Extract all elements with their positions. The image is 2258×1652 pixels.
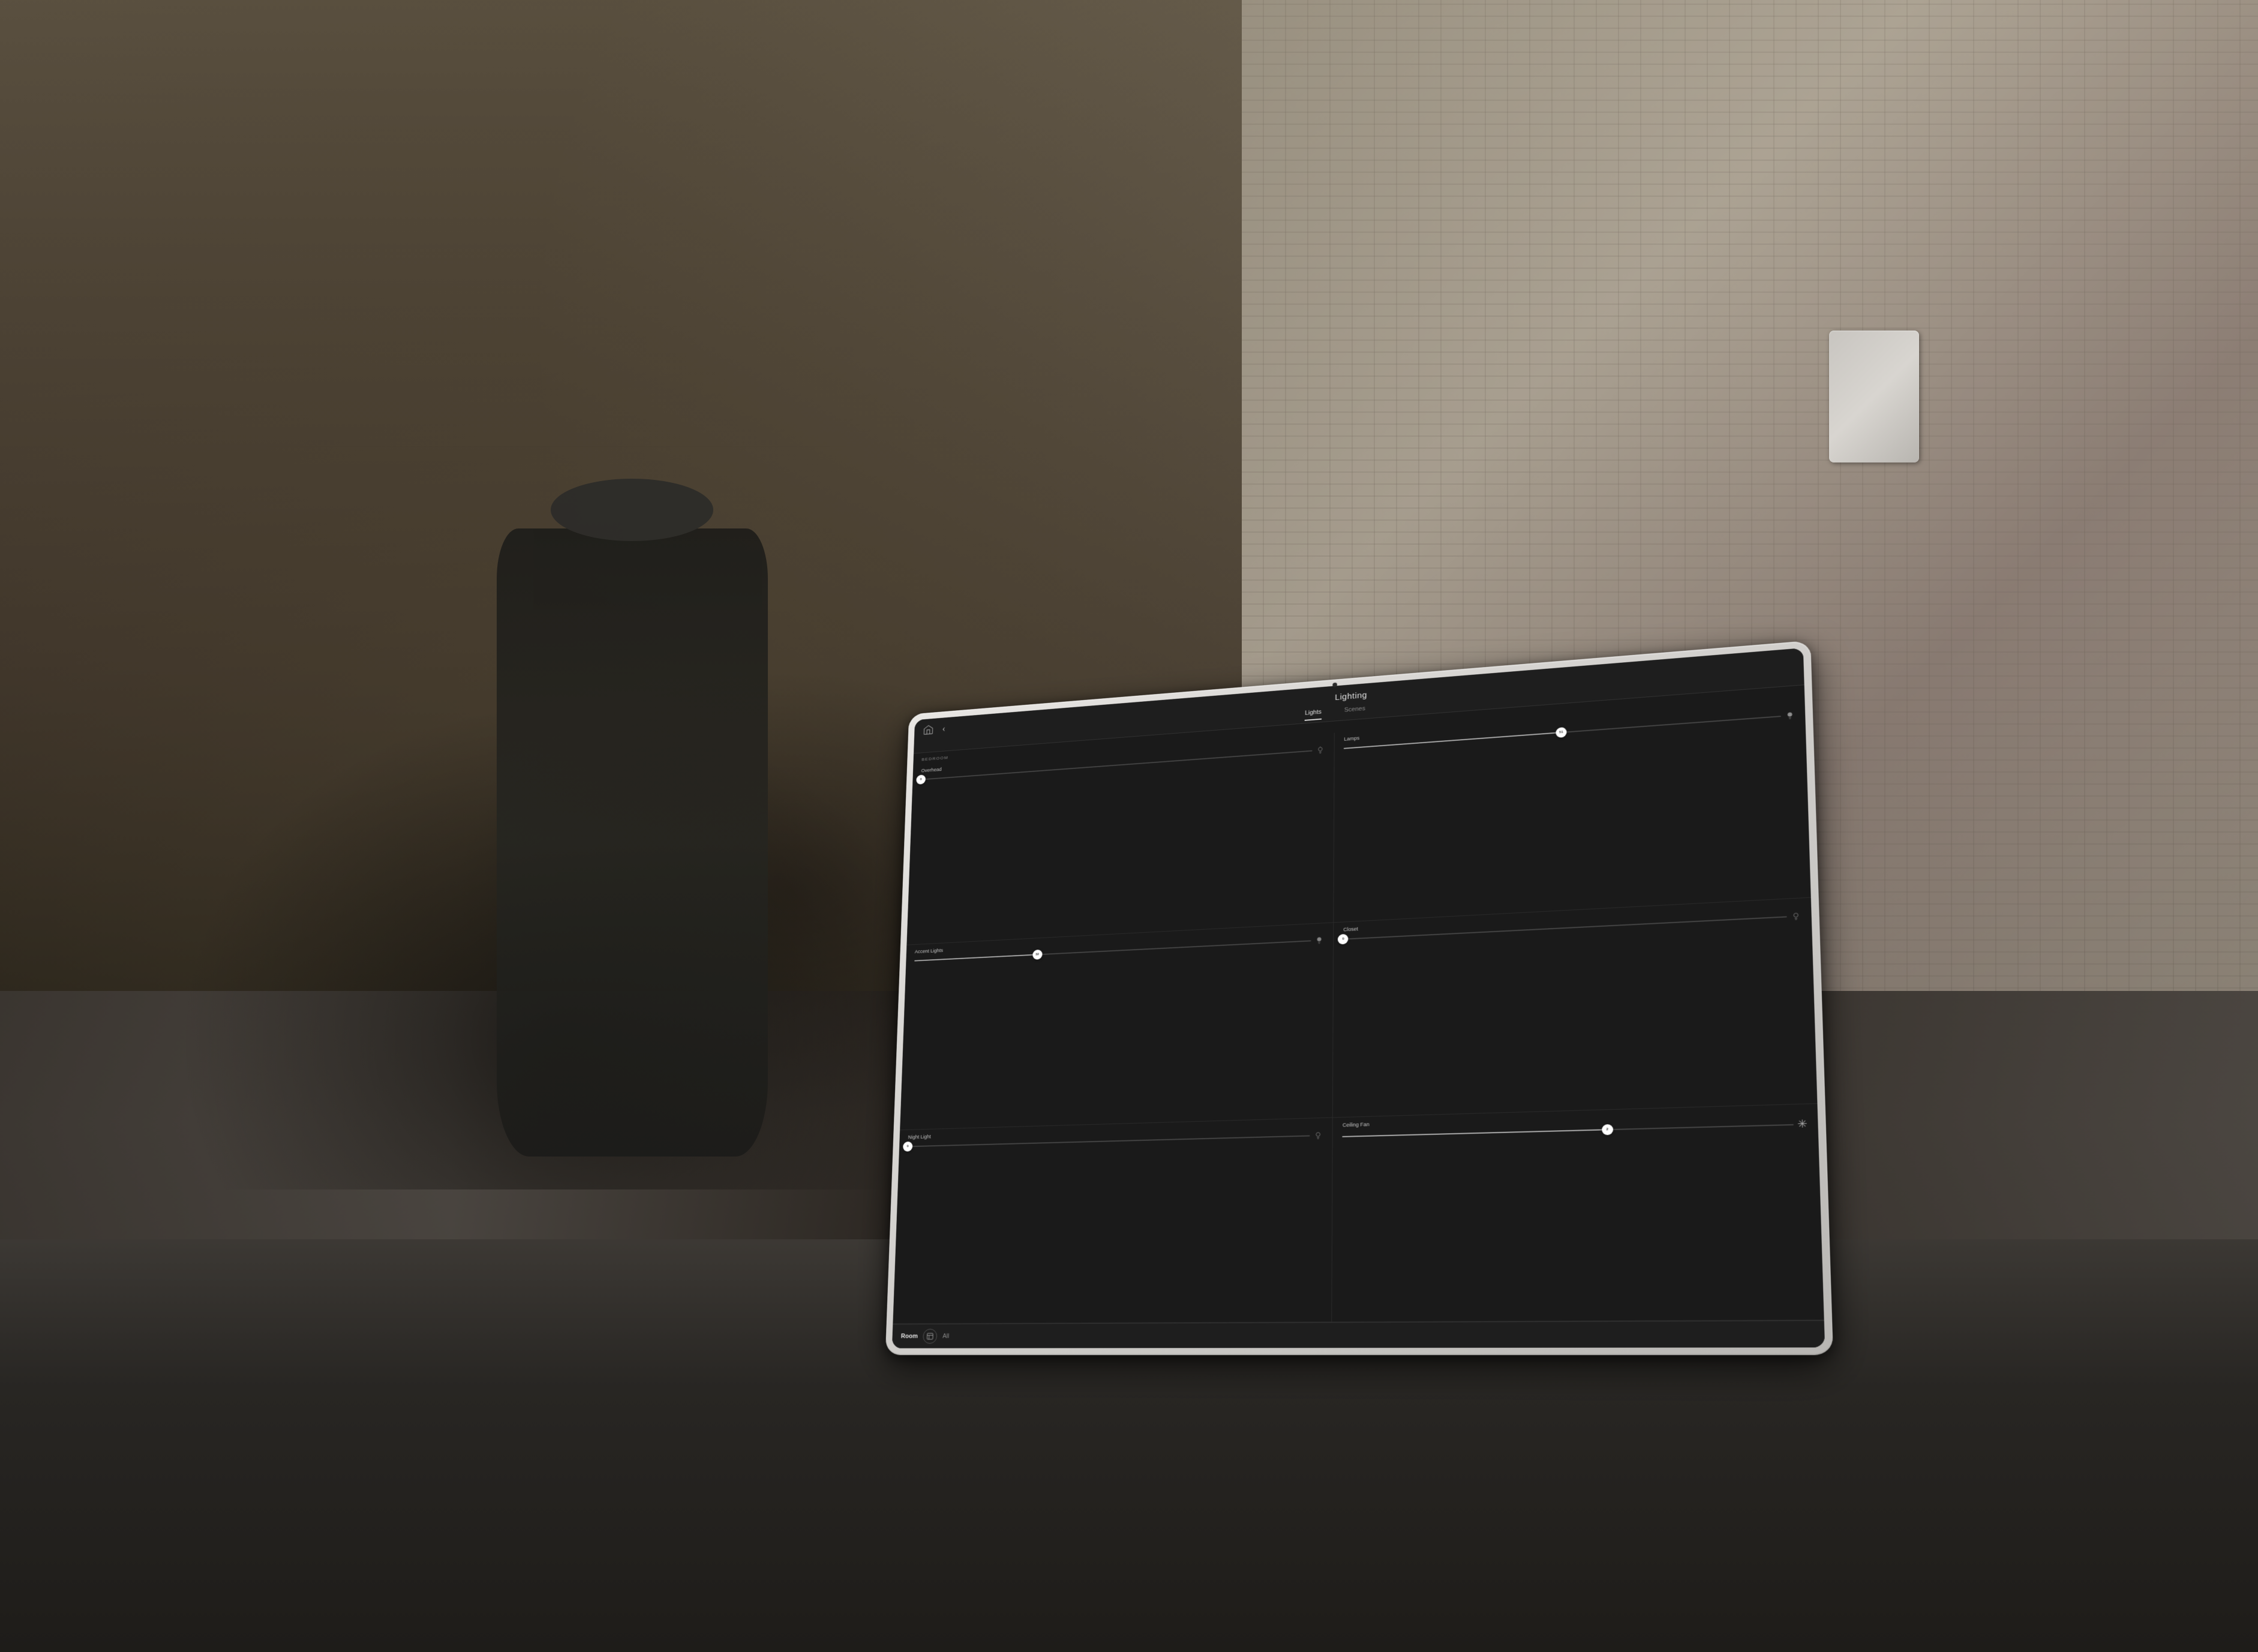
controls-grid: Overhead 0: [893, 697, 1824, 1323]
closet-thumb[interactable]: 0: [1338, 933, 1349, 944]
wall-switch: [1829, 331, 1920, 462]
ceiling-fan-thumb[interactable]: 2: [1602, 1124, 1613, 1134]
app-footer: Room All: [892, 1320, 1825, 1348]
tab-lights[interactable]: Lights: [1305, 708, 1322, 720]
app-body: BEDROOM Overhead 0: [893, 685, 1824, 1324]
all-label[interactable]: All: [942, 1332, 949, 1339]
night-light-thumb[interactable]: 0: [903, 1142, 912, 1152]
control-night-light: Night Light 0: [893, 1118, 1334, 1323]
tablet-screen: ‹ Lighting Lights Scenes BEDROOM Overhea: [892, 648, 1825, 1348]
control-closet: Closet 0: [1334, 897, 1818, 1118]
accent-thumb[interactable]: 32: [1032, 949, 1043, 959]
control-lamps: Lamps 51: [1334, 697, 1811, 923]
fan-icon: ✳: [1797, 1118, 1807, 1131]
overhead-bulb-icon: [1316, 745, 1325, 755]
room-icon[interactable]: [923, 1329, 938, 1344]
tablet-device: ‹ Lighting Lights Scenes BEDROOM Overhea: [885, 640, 1833, 1354]
control-accent: Accent Lights 32: [900, 923, 1334, 1130]
back-icon[interactable]: ‹: [942, 723, 946, 734]
accent-bulb-icon: [1315, 935, 1324, 945]
lamps-thumb[interactable]: 51: [1556, 727, 1567, 738]
closet-bulb-icon: [1791, 911, 1801, 921]
overhead-thumb[interactable]: 0: [916, 774, 926, 785]
lamps-bulb-icon: [1785, 710, 1795, 720]
control-overhead: Overhead 0: [907, 732, 1335, 945]
night-light-bulb-icon: [1314, 1131, 1323, 1140]
room-label: Room: [901, 1332, 918, 1339]
scene: ‹ Lighting Lights Scenes BEDROOM Overhea: [0, 0, 2258, 1652]
tab-scenes[interactable]: Scenes: [1344, 705, 1365, 717]
tablet-wrapper: ‹ Lighting Lights Scenes BEDROOM Overhea: [885, 640, 1833, 1354]
french-press-silhouette: [497, 528, 768, 1157]
home-icon[interactable]: [923, 723, 935, 735]
control-ceiling-fan: Ceiling Fan 2 ✳: [1332, 1104, 1824, 1322]
